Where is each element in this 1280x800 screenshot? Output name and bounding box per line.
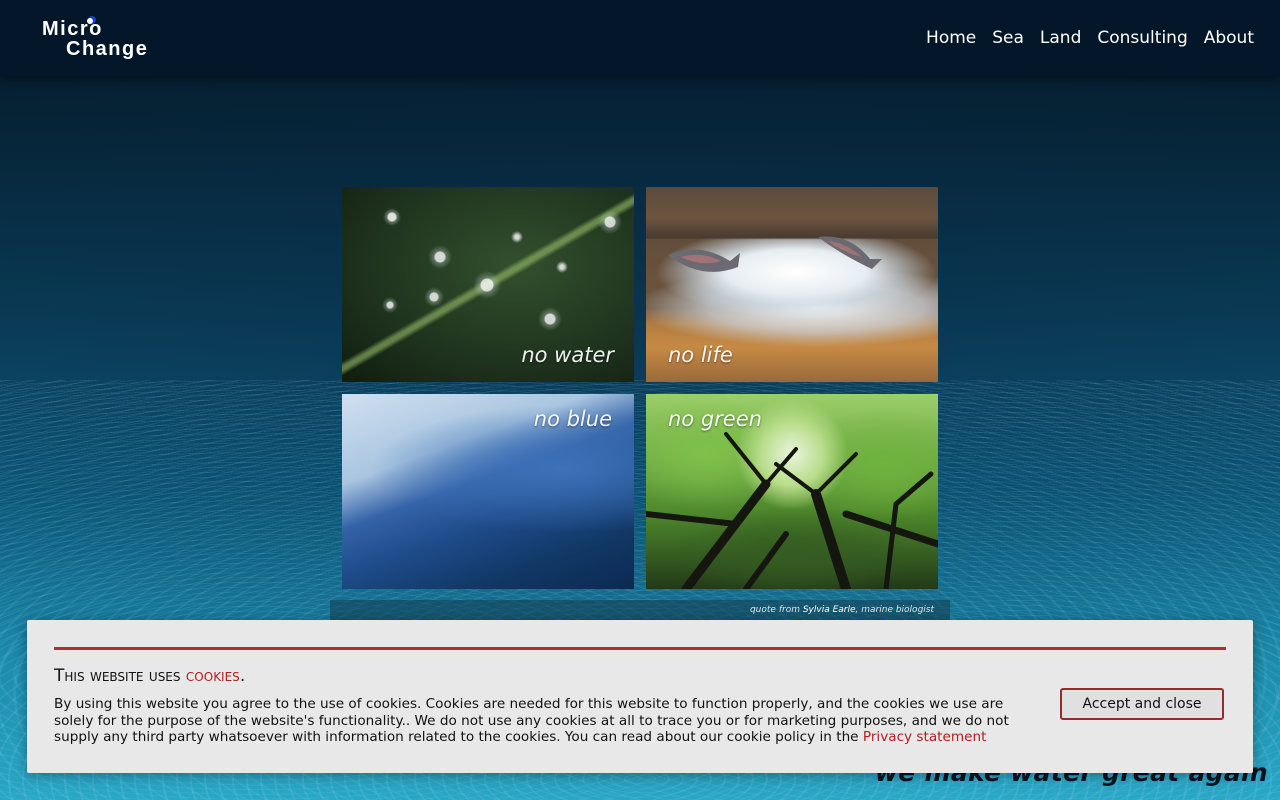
image-grid: no water no life no blue no green [342,187,938,589]
tile-caption-blue: no blue [533,407,612,431]
nav-land[interactable]: Land [1040,28,1081,48]
tile-caption-water: no water [521,343,614,367]
site-header: Micro Change Home Sea Land Consulting Ab… [0,0,1280,76]
tile-caption-green: no green [668,407,762,431]
site-logo[interactable]: Micro Change [42,14,182,64]
privacy-statement-link[interactable]: Privacy statement [863,729,987,745]
tile-blue-wave-image: no blue [342,394,634,589]
cookie-divider [54,647,1226,650]
tile-water-leaf-image: no water [342,187,634,382]
nav-home[interactable]: Home [926,28,976,48]
quote-suffix: , marine biologist [855,605,934,615]
cookie-body: By using this website you agree to the u… [54,696,1034,746]
nav-sea[interactable]: Sea [992,28,1024,48]
main-nav: Home Sea Land Consulting About [926,28,1254,48]
cookie-banner: This website uses cookies. By using this… [27,620,1253,773]
quote-author: Sylvia Earle [802,605,856,615]
quote-attribution: quote from Sylvia Earle, marine biologis… [750,605,934,615]
accept-and-close-button[interactable]: Accept and close [1060,688,1224,720]
cookie-title: This website uses cookies. [54,666,245,686]
cookie-title-link[interactable]: cookies [186,666,240,686]
cookie-title-suffix: . [239,666,246,686]
tile-caption-life: no life [668,343,733,367]
quote-bar: quote from Sylvia Earle, marine biologis… [330,600,950,622]
tile-green-forest-image: no green [646,394,938,589]
tile-life-salmon-image: no life [646,187,938,382]
nav-consulting[interactable]: Consulting [1097,28,1187,48]
logo-line-2: Change [66,38,149,60]
quote-prefix: quote from [749,605,800,615]
nav-about[interactable]: About [1204,28,1254,48]
cookie-title-prefix: This website uses [54,666,181,686]
